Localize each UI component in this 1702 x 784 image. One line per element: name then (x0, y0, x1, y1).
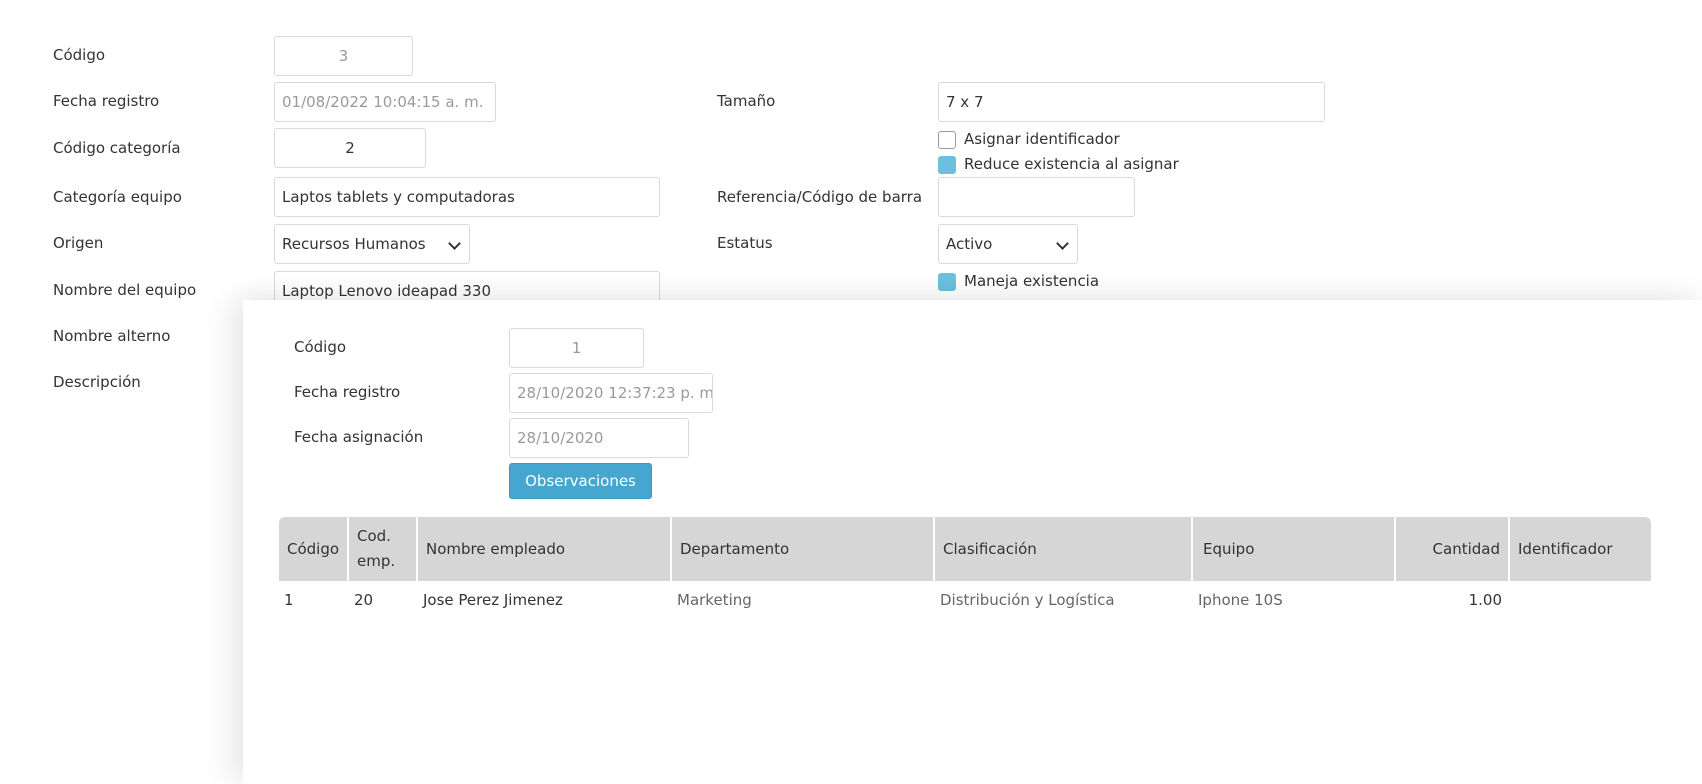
codigo-label: Código (53, 46, 106, 64)
chevron-down-icon (448, 237, 461, 250)
nombre-alterno-label: Nombre alterno (53, 327, 171, 345)
assignment-panel: Código 1 Fecha registro 28/10/2020 12:37… (243, 300, 1702, 784)
column-header[interactable]: Equipo (1193, 517, 1394, 581)
column-header[interactable]: Código (279, 517, 347, 581)
estatus-select[interactable]: Activo (938, 224, 1078, 264)
asignar-identificador-label: Asignar identificador (964, 130, 1120, 148)
column-header[interactable]: Cod. emp. (349, 517, 416, 581)
reduce-existencia-checkbox[interactable] (938, 156, 956, 174)
codigo-categoria-label: Código categoría (53, 139, 181, 157)
origen-select[interactable]: Recursos Humanos (274, 224, 470, 264)
nombre-equipo-label: Nombre del equipo (53, 281, 197, 299)
categoria-equipo-label: Categoría equipo (53, 188, 182, 206)
descripcion-label: Descripción (53, 373, 141, 391)
table-cell: Jose Perez Jimenez (423, 591, 563, 609)
origen-value: Recursos Humanos (282, 235, 426, 253)
column-header[interactable]: Departamento (672, 517, 933, 581)
column-header[interactable]: Cantidad (1396, 517, 1508, 581)
column-header[interactable]: Clasificación (935, 517, 1191, 581)
estatus-label: Estatus (717, 234, 773, 252)
codigo-field[interactable]: 3 (274, 36, 413, 76)
observaciones-button[interactable]: Observaciones (509, 463, 652, 499)
referencia-field[interactable] (938, 177, 1135, 217)
asignar-identificador-checkbox[interactable] (938, 131, 956, 149)
table-cell: 1 (284, 591, 294, 609)
table-cell: Marketing (677, 591, 752, 609)
asignacion-codigo-field[interactable]: 1 (509, 328, 644, 368)
maneja-existencia-checkbox[interactable] (938, 273, 956, 291)
maneja-existencia-label: Maneja existencia (964, 272, 1100, 290)
fecha-asignacion-field[interactable]: 28/10/2020 (509, 418, 689, 458)
table-cell (1510, 585, 1651, 615)
fecha-registro-field[interactable]: 01/08/2022 10:04:15 a. m. (274, 82, 496, 122)
asignacion-fecha-registro-label: Fecha registro (294, 383, 401, 401)
fecha-asignacion-label: Fecha asignación (294, 428, 424, 446)
table-cell: 1.00 (1468, 591, 1502, 609)
column-header[interactable]: Identificador (1510, 517, 1651, 581)
chevron-down-icon (1056, 237, 1069, 250)
codigo-categoria-field[interactable]: 2 (274, 128, 426, 168)
referencia-label: Referencia/Código de barra (717, 188, 923, 206)
tamano-label: Tamaño (717, 92, 776, 110)
categoria-equipo-field[interactable]: Laptos tablets y computadoras (274, 177, 660, 217)
table-cell: Iphone 10S (1198, 591, 1283, 609)
column-header[interactable]: Nombre empleado (418, 517, 670, 581)
estatus-value: Activo (946, 235, 993, 253)
fecha-registro-label: Fecha registro (53, 92, 160, 110)
table-cell: Distribución y Logística (940, 591, 1115, 609)
tamano-field[interactable]: 7 x 7 (938, 82, 1325, 122)
reduce-existencia-label: Reduce existencia al asignar (964, 155, 1179, 173)
asignacion-codigo-label: Código (294, 338, 347, 356)
origen-label: Origen (53, 234, 104, 252)
asignacion-fecha-registro-field[interactable]: 28/10/2020 12:37:23 p. m (509, 373, 713, 413)
table-cell: 20 (354, 591, 374, 609)
